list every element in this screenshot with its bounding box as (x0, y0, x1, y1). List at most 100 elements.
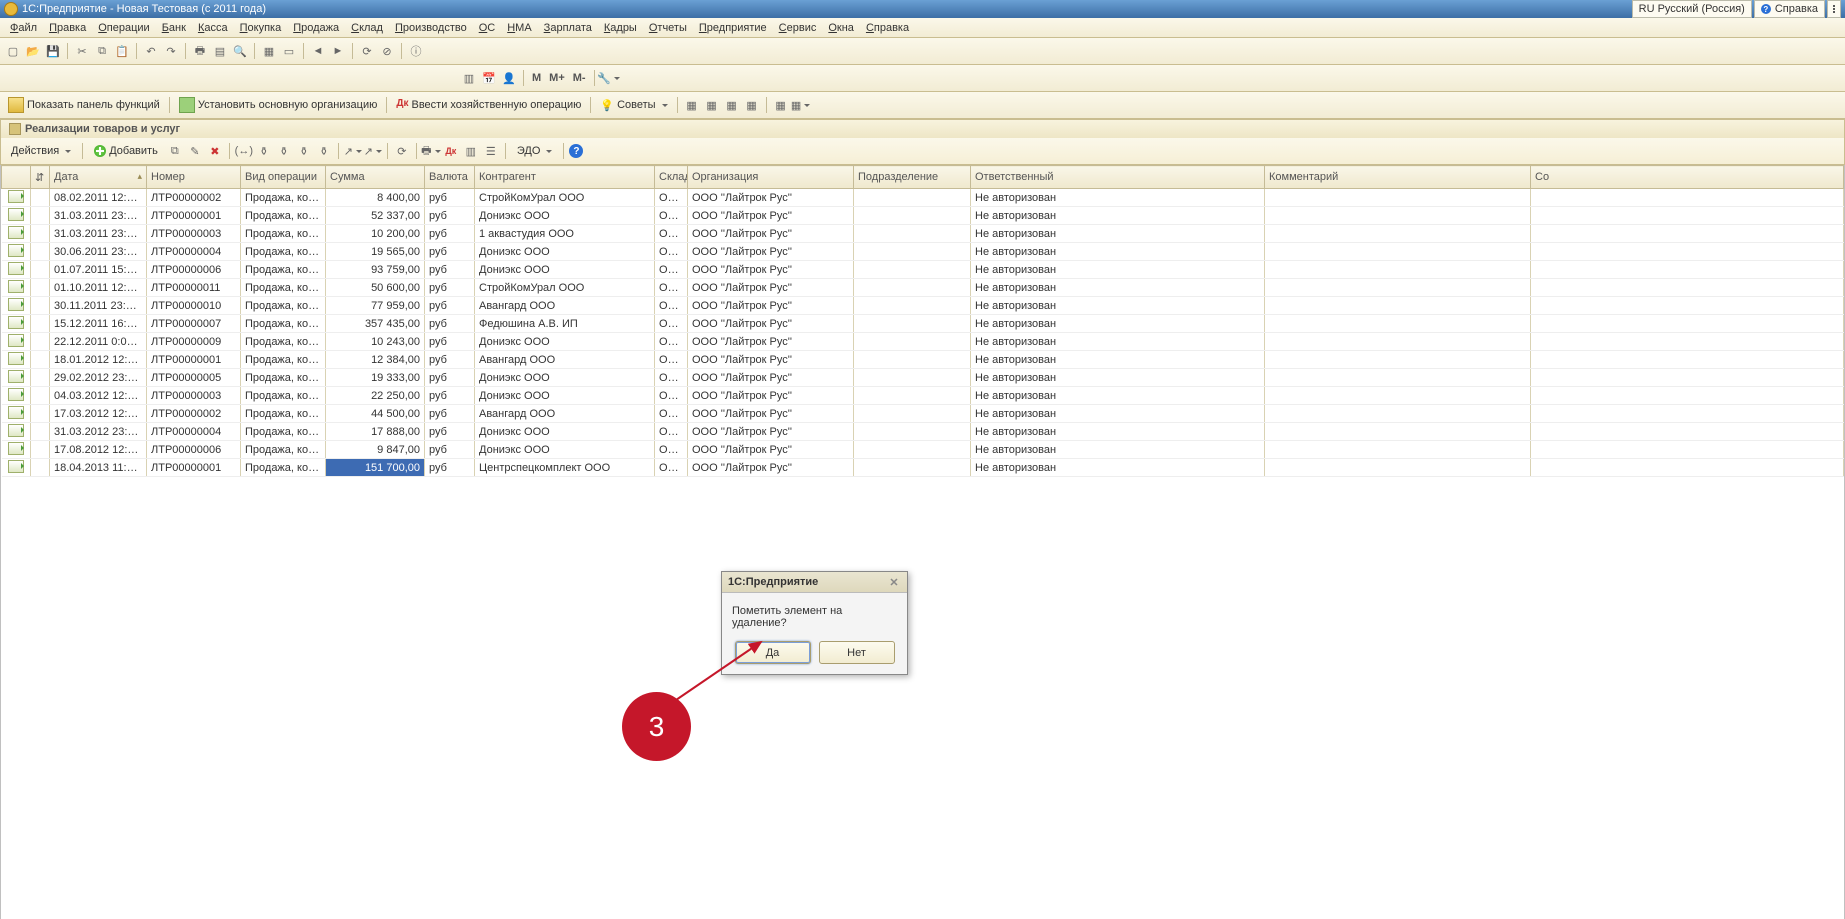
grid3-icon[interactable]: ▦ (723, 96, 741, 114)
table-row[interactable]: 31.03.2012 23:59:59ЛТР00000004Продажа, к… (2, 423, 1844, 441)
menu-склад[interactable]: Склад (345, 20, 389, 36)
table-row[interactable]: 22.12.2011 0:00:01ЛТР00000009Продажа, ко… (2, 333, 1844, 351)
table-row[interactable]: 17.08.2012 12:00:01ЛТР00000006Продажа, к… (2, 441, 1844, 459)
col-number[interactable]: Номер (147, 166, 241, 189)
table-row[interactable]: 31.03.2011 23:59:59ЛТР00000003Продажа, к… (2, 225, 1844, 243)
m-plus-button[interactable]: M+ (546, 72, 568, 84)
table-row[interactable]: 18.04.2013 11:24:40ЛТР00000001Продажа, к… (2, 459, 1844, 477)
overflow-button[interactable] (1827, 0, 1841, 18)
table-row[interactable]: 04.03.2012 12:00:00ЛТР00000003Продажа, к… (2, 387, 1844, 405)
back-icon[interactable]: ◄ (309, 42, 327, 60)
menu-кадры[interactable]: Кадры (598, 20, 643, 36)
table-row[interactable]: 31.03.2011 23:59:59ЛТР00000001Продажа, к… (2, 207, 1844, 225)
filter3-icon[interactable]: ⚱ (295, 142, 313, 160)
m-minus-button[interactable]: M- (570, 72, 589, 84)
list2-icon[interactable]: ▥ (462, 142, 480, 160)
table-row[interactable]: 29.02.2012 23:59:59ЛТР00000005Продажа, к… (2, 369, 1844, 387)
dialog-titlebar[interactable]: 1С:Предприятие ✕ (722, 572, 907, 593)
menu-покупка[interactable]: Покупка (234, 20, 288, 36)
filter-range-icon[interactable]: (↔) (235, 142, 253, 160)
col-iconcheck[interactable] (2, 166, 31, 189)
col-org[interactable]: Организация (688, 166, 854, 189)
paste-icon[interactable]: 📋 (113, 42, 131, 60)
table-row[interactable]: 15.12.2011 16:00:59ЛТР00000007Продажа, к… (2, 315, 1844, 333)
col-cur[interactable]: Валюта (425, 166, 475, 189)
table-row[interactable]: 08.02.2011 12:43:21ЛТР00000002Продажа, к… (2, 189, 1844, 207)
refresh2-icon[interactable]: ⟳ (393, 142, 411, 160)
new-icon[interactable]: ▢ (4, 42, 22, 60)
menu-продажа[interactable]: Продажа (287, 20, 345, 36)
help2-icon[interactable]: ? (569, 144, 583, 158)
dialog-yes-button[interactable]: Да (735, 641, 811, 664)
set-org-button[interactable]: Установить основную организацию (175, 95, 382, 115)
form-icon[interactable]: ▤ (211, 42, 229, 60)
menu-банк[interactable]: Банк (156, 20, 192, 36)
col-sum[interactable]: Сумма (326, 166, 425, 189)
col-last[interactable]: Со (1531, 166, 1844, 189)
refresh-icon[interactable]: ⟳ (358, 42, 376, 60)
list-icon[interactable]: ▦ (260, 42, 278, 60)
m-button[interactable]: M (529, 72, 544, 84)
menu-отчеты[interactable]: Отчеты (643, 20, 693, 36)
show-panel-button[interactable]: Показать панель функций (4, 95, 164, 115)
table-row[interactable]: 18.01.2012 12:00:02ЛТР00000001Продажа, к… (2, 351, 1844, 369)
filter2-icon[interactable]: ⚱ (275, 142, 293, 160)
col-iconstate[interactable]: ⇵ (31, 166, 50, 189)
table-row[interactable]: 30.11.2011 23:59:59ЛТР00000010Продажа, к… (2, 297, 1844, 315)
add-button[interactable]: Добавить (88, 142, 164, 160)
menu-зарплата[interactable]: Зарплата (538, 20, 598, 36)
edit-row-icon[interactable]: ✎ (186, 142, 204, 160)
menu-справка[interactable]: Справка (860, 20, 915, 36)
filter-icon[interactable]: ⚱ (255, 142, 273, 160)
dk-icon[interactable]: Дк (442, 142, 460, 160)
list3-icon[interactable]: ☰ (482, 142, 500, 160)
table-row[interactable]: 17.03.2012 12:00:00ЛТР00000002Продажа, к… (2, 405, 1844, 423)
menu-нма[interactable]: НМА (501, 20, 537, 36)
menu-окна[interactable]: Окна (822, 20, 860, 36)
menu-производство[interactable]: Производство (389, 20, 473, 36)
menu-правка[interactable]: Правка (43, 20, 92, 36)
grid4-icon[interactable]: ▦ (743, 96, 761, 114)
print-icon[interactable]: 🖶 (191, 42, 209, 60)
language-selector[interactable]: RU Русский (Россия) (1632, 0, 1752, 18)
tools-dropdown-icon[interactable]: 🔧 (600, 69, 618, 87)
actions-button[interactable]: Действия (5, 142, 77, 160)
save-icon[interactable]: 💾 (44, 42, 62, 60)
journal-icon[interactable]: ▥ (460, 69, 478, 87)
tips-button[interactable]: 💡Советы (596, 97, 671, 114)
open-icon[interactable]: 📂 (24, 42, 42, 60)
menu-ос[interactable]: ОС (473, 20, 502, 36)
grid6-icon[interactable]: ▦ (792, 96, 810, 114)
info-icon[interactable]: ⓘ (407, 42, 425, 60)
col-comm[interactable]: Комментарий (1265, 166, 1531, 189)
menu-операции[interactable]: Операции (92, 20, 155, 36)
col-resp[interactable]: Ответственный (971, 166, 1265, 189)
forward-icon[interactable]: ► (329, 42, 347, 60)
cut-icon[interactable]: ✂ (73, 42, 91, 60)
help-button[interactable]: ?Справка (1754, 0, 1825, 18)
table-row[interactable]: 01.10.2011 12:00:00ЛТР00000011Продажа, к… (2, 279, 1844, 297)
col-kontr[interactable]: Контрагент (475, 166, 655, 189)
edo-button[interactable]: ЭДО (511, 142, 559, 160)
dialog-close-icon[interactable]: ✕ (887, 575, 901, 589)
grid2-icon[interactable]: ▦ (703, 96, 721, 114)
enter-op-button[interactable]: ДкВвести хозяйственную операцию (392, 96, 585, 114)
col-date[interactable]: Дата▴ (50, 166, 147, 189)
col-op[interactable]: Вид операции (241, 166, 326, 189)
stop-icon[interactable]: ⊘ (378, 42, 396, 60)
print2-icon[interactable]: 🖶 (422, 142, 440, 160)
menu-предприятие[interactable]: Предприятие (693, 20, 773, 36)
col-podr[interactable]: Подразделение (854, 166, 971, 189)
calendar-icon[interactable]: 📅 (480, 69, 498, 87)
user-icon[interactable]: 👤 (500, 69, 518, 87)
menu-касса[interactable]: Касса (192, 20, 234, 36)
grid5-icon[interactable]: ▦ (772, 96, 790, 114)
copy-row-icon[interactable]: ⧉ (166, 142, 184, 160)
card-icon[interactable]: ▭ (280, 42, 298, 60)
menu-сервис[interactable]: Сервис (773, 20, 823, 36)
undo-icon[interactable]: ↶ (142, 42, 160, 60)
table-row[interactable]: 01.07.2011 15:06:23ЛТР00000006Продажа, к… (2, 261, 1844, 279)
search-icon[interactable]: 🔍 (231, 42, 249, 60)
dialog-no-button[interactable]: Нет (819, 641, 895, 664)
grid1-icon[interactable]: ▦ (683, 96, 701, 114)
